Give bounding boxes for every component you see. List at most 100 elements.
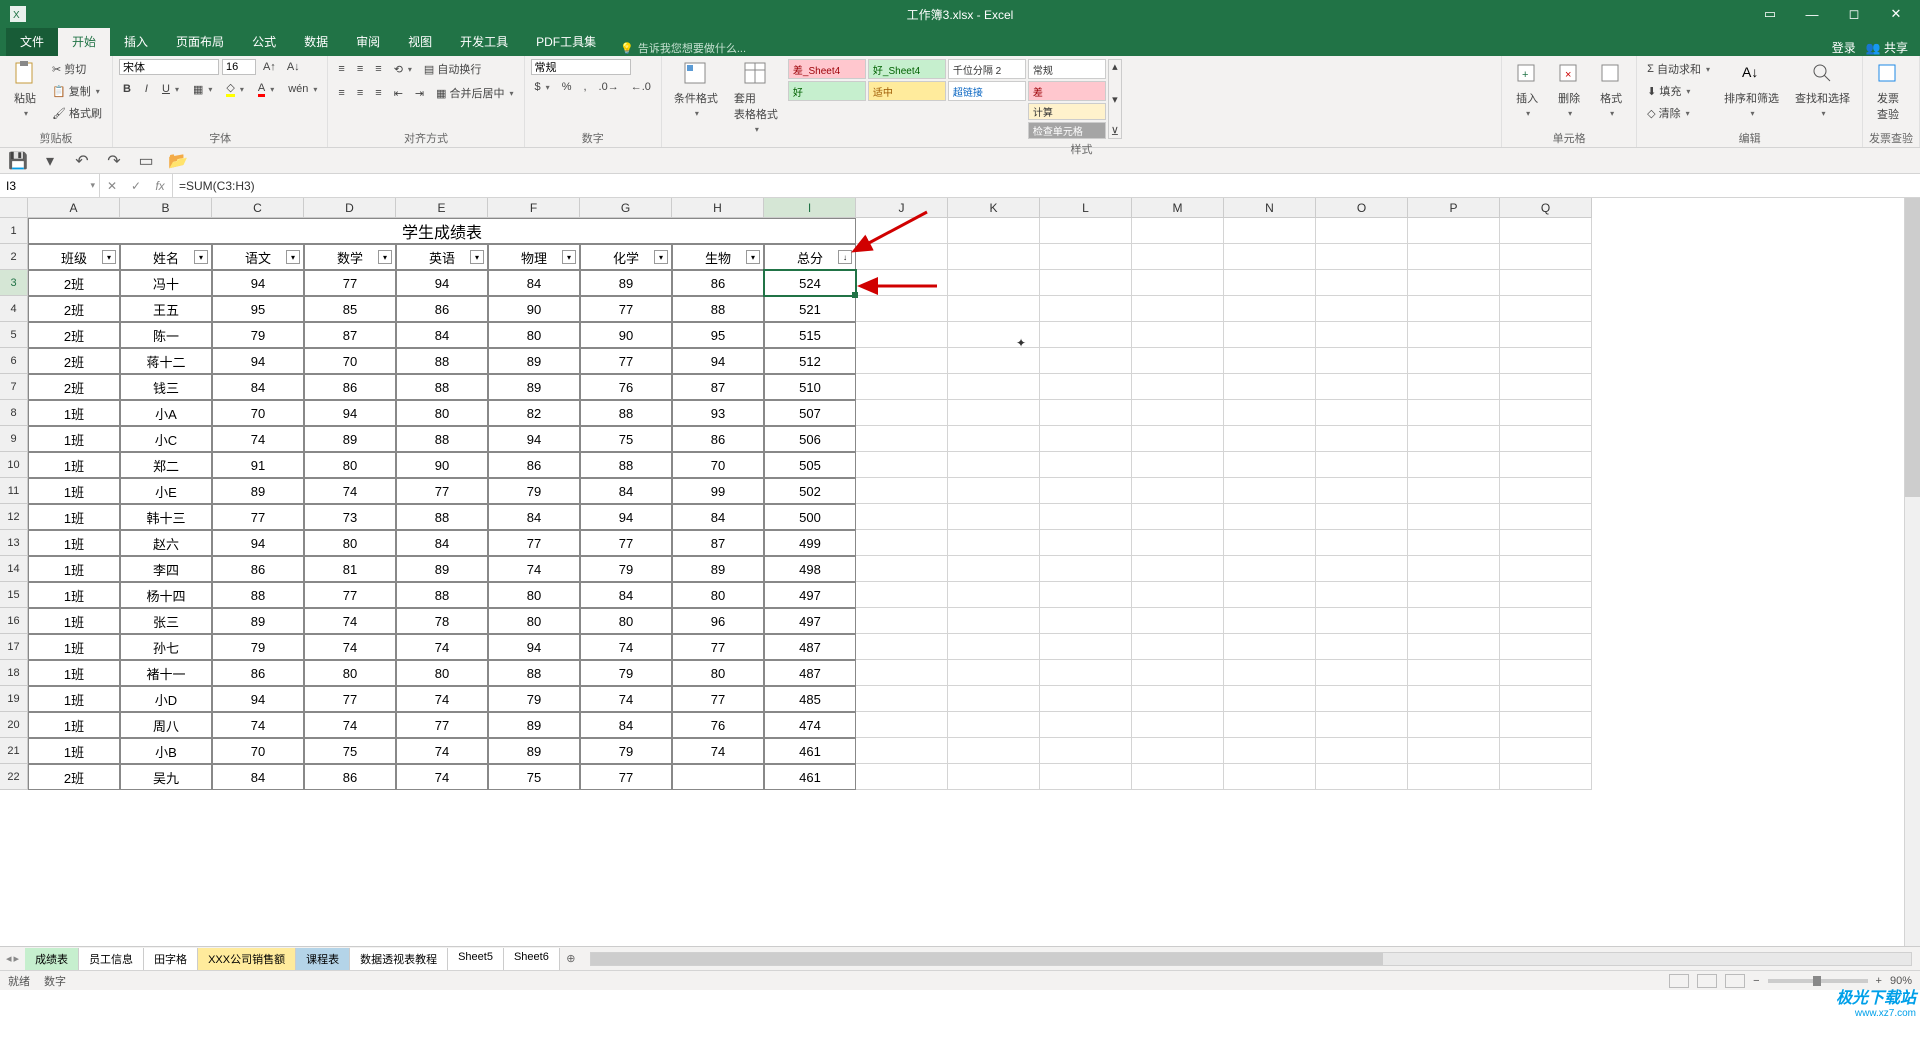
tab-pdf[interactable]: PDF工具集 xyxy=(522,27,610,56)
empty-cell[interactable] xyxy=(948,608,1040,634)
style-scroll-down[interactable]: ▾ xyxy=(1109,93,1121,106)
empty-cell[interactable] xyxy=(1408,270,1500,296)
empty-cell[interactable] xyxy=(1132,686,1224,712)
empty-cell[interactable] xyxy=(948,764,1040,790)
table-header-cell[interactable]: 班级▾ xyxy=(28,244,120,270)
data-cell[interactable]: 孙七 xyxy=(120,634,212,660)
orientation-button[interactable]: ⟲▾ xyxy=(390,61,416,78)
empty-cell[interactable] xyxy=(1132,478,1224,504)
data-cell[interactable]: 陈一 xyxy=(120,322,212,348)
empty-cell[interactable] xyxy=(1316,348,1408,374)
data-cell[interactable]: 485 xyxy=(764,686,856,712)
data-cell[interactable]: 84 xyxy=(396,530,488,556)
data-cell[interactable]: 86 xyxy=(212,660,304,686)
empty-cell[interactable] xyxy=(1040,426,1132,452)
data-cell[interactable]: 88 xyxy=(396,348,488,374)
column-header[interactable]: H xyxy=(672,198,764,218)
data-cell[interactable]: 赵六 xyxy=(120,530,212,556)
data-cell[interactable]: 86 xyxy=(488,452,580,478)
empty-cell[interactable] xyxy=(1224,634,1316,660)
sheet-tab[interactable]: 课程表 xyxy=(296,948,350,970)
empty-cell[interactable] xyxy=(1224,478,1316,504)
empty-cell[interactable] xyxy=(1408,582,1500,608)
empty-cell[interactable] xyxy=(1408,374,1500,400)
vertical-scrollbar[interactable] xyxy=(1904,198,1920,946)
font-color-button[interactable]: A▾ xyxy=(254,79,278,99)
data-cell[interactable]: 70 xyxy=(212,738,304,764)
style-cell[interactable]: 检查单元格 xyxy=(1028,122,1106,139)
empty-cell[interactable] xyxy=(1408,634,1500,660)
data-cell[interactable]: 94 xyxy=(212,348,304,374)
data-cell[interactable]: 75 xyxy=(304,738,396,764)
style-more[interactable]: ⊻ xyxy=(1109,125,1121,138)
empty-cell[interactable] xyxy=(948,400,1040,426)
data-cell[interactable]: 77 xyxy=(396,478,488,504)
data-cell[interactable]: 70 xyxy=(212,400,304,426)
font-name-combo[interactable] xyxy=(119,59,219,75)
data-cell[interactable]: 86 xyxy=(672,270,764,296)
formula-input[interactable]: =SUM(C3:H3) xyxy=(173,174,1920,197)
style-cell[interactable]: 好_Sheet4 xyxy=(868,59,946,79)
data-cell[interactable]: 86 xyxy=(304,374,396,400)
empty-cell[interactable] xyxy=(1224,738,1316,764)
tab-pagelayout[interactable]: 页面布局 xyxy=(162,27,238,56)
empty-cell[interactable] xyxy=(1224,426,1316,452)
empty-cell[interactable] xyxy=(856,634,948,660)
data-cell[interactable]: 1班 xyxy=(28,452,120,478)
empty-cell[interactable] xyxy=(1316,374,1408,400)
empty-cell[interactable] xyxy=(1316,400,1408,426)
filter-button[interactable]: ▾ xyxy=(194,250,208,264)
insert-cells-button[interactable]: +插入▾ xyxy=(1508,59,1546,120)
empty-cell[interactable] xyxy=(856,504,948,530)
data-cell[interactable]: 79 xyxy=(580,660,672,686)
data-cell[interactable]: 2班 xyxy=(28,764,120,790)
data-cell[interactable]: 497 xyxy=(764,608,856,634)
percent-button[interactable]: % xyxy=(558,79,576,95)
data-cell[interactable]: 74 xyxy=(396,738,488,764)
empty-cell[interactable] xyxy=(856,348,948,374)
data-cell[interactable]: 79 xyxy=(488,686,580,712)
empty-cell[interactable] xyxy=(1500,660,1592,686)
data-cell[interactable]: 85 xyxy=(304,296,396,322)
empty-cell[interactable] xyxy=(1040,660,1132,686)
data-cell[interactable]: 1班 xyxy=(28,478,120,504)
data-cell[interactable]: 74 xyxy=(304,712,396,738)
column-header[interactable]: A xyxy=(28,198,120,218)
empty-cell[interactable] xyxy=(1224,452,1316,478)
empty-cell[interactable] xyxy=(1040,296,1132,322)
data-cell[interactable] xyxy=(672,764,764,790)
data-cell[interactable]: 86 xyxy=(672,426,764,452)
data-cell[interactable]: 小E xyxy=(120,478,212,504)
data-cell[interactable]: 487 xyxy=(764,634,856,660)
empty-cell[interactable] xyxy=(1316,244,1408,270)
sort-filter-button[interactable]: A↓排序和筛选▾ xyxy=(1718,59,1785,120)
table-header-cell[interactable]: 物理▾ xyxy=(488,244,580,270)
filter-button[interactable]: ▾ xyxy=(378,250,392,264)
comma-button[interactable]: , xyxy=(579,79,590,95)
empty-cell[interactable] xyxy=(948,530,1040,556)
filter-button[interactable]: ↓ xyxy=(838,250,852,264)
format-painter-button[interactable]: 🖌格式刷 xyxy=(48,103,106,123)
data-cell[interactable]: 512 xyxy=(764,348,856,374)
row-header[interactable]: 2 xyxy=(0,244,28,270)
data-cell[interactable]: 1班 xyxy=(28,504,120,530)
empty-cell[interactable] xyxy=(1316,660,1408,686)
data-cell[interactable]: 张三 xyxy=(120,608,212,634)
sheet-tab[interactable]: 数据透视表教程 xyxy=(350,948,448,970)
empty-cell[interactable] xyxy=(948,452,1040,478)
empty-cell[interactable] xyxy=(1224,322,1316,348)
data-cell[interactable]: 70 xyxy=(304,348,396,374)
qat-excel-icon[interactable]: X xyxy=(8,4,28,24)
row-header[interactable]: 8 xyxy=(0,400,28,426)
empty-cell[interactable] xyxy=(1316,452,1408,478)
data-cell[interactable]: 88 xyxy=(396,374,488,400)
empty-cell[interactable] xyxy=(1224,530,1316,556)
data-cell[interactable]: 88 xyxy=(212,582,304,608)
row-header[interactable]: 5 xyxy=(0,322,28,348)
data-cell[interactable]: 88 xyxy=(396,582,488,608)
data-cell[interactable]: 84 xyxy=(580,478,672,504)
row-header[interactable]: 17 xyxy=(0,634,28,660)
empty-cell[interactable] xyxy=(856,738,948,764)
data-cell[interactable]: 89 xyxy=(580,270,672,296)
empty-cell[interactable] xyxy=(1224,712,1316,738)
